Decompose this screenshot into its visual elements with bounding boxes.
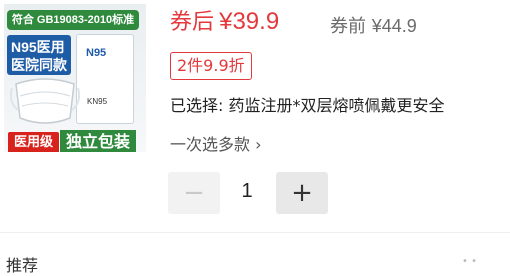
mask-illustration-icon [10,78,80,124]
price-before-value: ¥44.9 [371,16,417,36]
price-after-label: 券后 [170,10,215,35]
promo-tag: 2件9.9折 [170,52,252,80]
section-divider [0,232,510,233]
quantity-minus-button[interactable]: − [168,172,220,214]
price-after-coupon: 券后 ¥39.9 [170,4,279,36]
individual-pack-tag: 独立包装 [60,130,137,152]
badge-line2: 医院同款 [11,58,67,74]
selected-variant-text[interactable]: 已选择: 药监注册*双层熔喷佩戴更安全 [170,92,510,116]
badge-line1: N95医用 [11,39,65,55]
mask-box: N95 KN95 [76,34,134,124]
quantity-value[interactable]: 1 [236,180,258,203]
recommend-label: 推荐 [6,256,39,275]
price-after-value: ¥39.9 [219,8,280,35]
more-icon[interactable]: • • [462,256,492,267]
price-before-label: 券前 [330,16,366,37]
box-label-secondary: KN95 [87,97,108,106]
standard-banner: 符合 GB19083-2010标准 [7,10,139,30]
n95-badge: N95医用 医院同款 [7,35,71,75]
quantity-plus-button[interactable]: + [276,172,328,214]
multi-select-link[interactable]: 一次选多款 › [170,131,262,155]
product-image[interactable]: 符合 GB19083-2010标准 N95医用 医院同款 N95 KN95 医用… [4,4,146,152]
medical-grade-tag: 医用级 [8,132,60,152]
price-before-coupon: 券前 ¥44.9 [330,12,417,38]
box-label: N95 [86,47,107,59]
